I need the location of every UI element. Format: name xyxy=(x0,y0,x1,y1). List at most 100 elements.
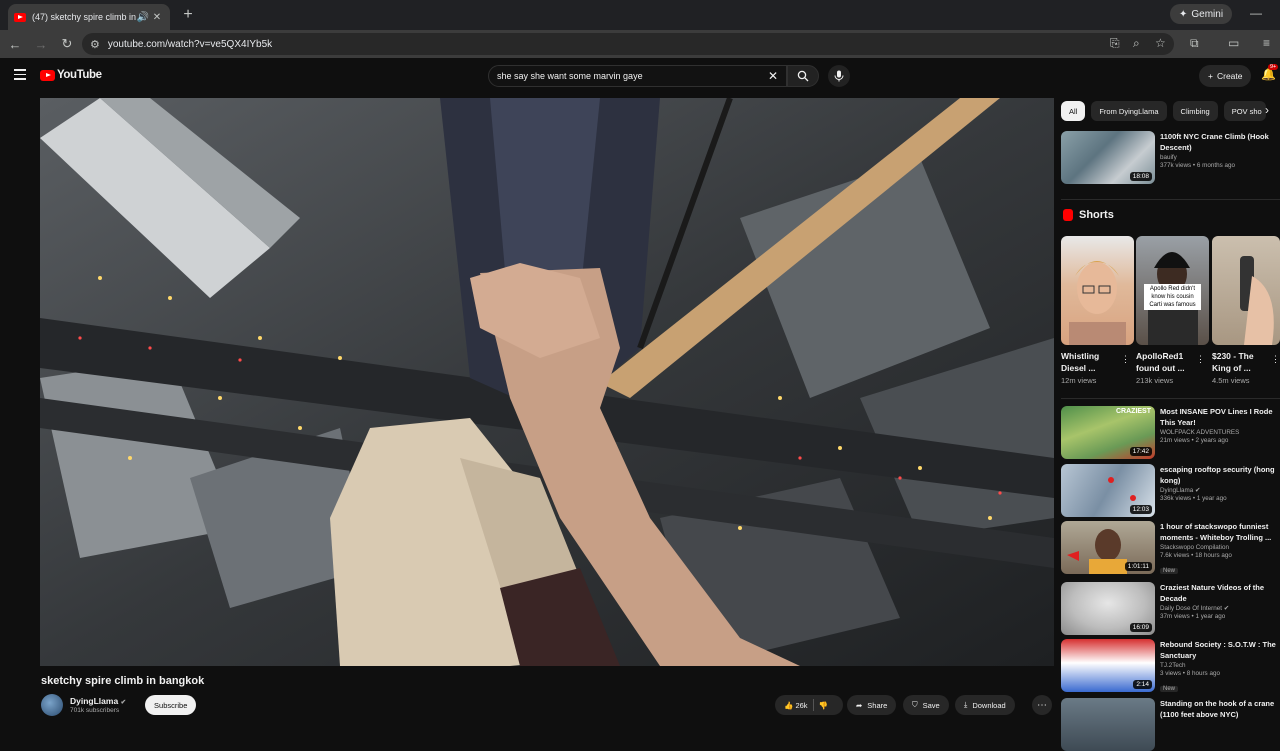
short-thumbnail[interactable] xyxy=(1212,236,1280,345)
chips-next-arrow-icon[interactable]: › xyxy=(1265,103,1269,117)
channel-name[interactable]: Daily Dose Of Internet ✔ xyxy=(1160,605,1280,612)
video-title[interactable]: Most INSANE POV Lines I Rode This Year! xyxy=(1160,406,1280,428)
new-tab-button[interactable]: + xyxy=(180,6,196,24)
related-video[interactable]: 16:09 Craziest Nature Videos of the Deca… xyxy=(1061,582,1280,635)
channel-name[interactable]: WOLFPACK ADVENTURES xyxy=(1160,429,1280,436)
voice-search-button[interactable] xyxy=(828,65,850,87)
chip-pov[interactable]: POV sho xyxy=(1223,101,1266,121)
browser-tab-strip: (47) sketchy spire climb in b 🔊 ✕ + ✦ Ge… xyxy=(0,0,1280,30)
video-thumbnail[interactable]: 2:14 xyxy=(1061,639,1155,692)
minimize-window-icon[interactable]: — xyxy=(1250,6,1262,20)
short-views: 213k views xyxy=(1136,376,1174,385)
microphone-icon xyxy=(834,70,844,82)
chip-climbing[interactable]: Climbing xyxy=(1172,101,1218,121)
close-tab-icon[interactable]: ✕ xyxy=(150,12,164,23)
extensions-icon[interactable]: ⧉ xyxy=(1190,36,1199,51)
gemini-button[interactable]: ✦ Gemini xyxy=(1170,4,1233,24)
bookmark-star-icon[interactable]: ☆ xyxy=(1155,36,1166,50)
related-video[interactable]: CRAZIEST 17:42 Most INSANE POV Lines I R… xyxy=(1061,406,1280,459)
install-app-icon[interactable]: ⎘ xyxy=(1110,36,1120,51)
subscribe-button[interactable]: Subscribe xyxy=(145,695,197,715)
related-video[interactable]: 18:08 1100ft NYC Crane Climb (Hook Desce… xyxy=(1061,131,1280,184)
notification-count: 9+ xyxy=(1268,64,1279,70)
channel-name[interactable]: bauify xyxy=(1160,154,1280,161)
youtube-header: YouTube she say she want some marvin gay… xyxy=(0,58,1280,96)
shorts-title: Shorts xyxy=(1079,209,1114,221)
like-button[interactable]: 👍 26k xyxy=(784,701,808,710)
short-views: 12m views xyxy=(1061,376,1097,385)
chip-from-channel[interactable]: From DyingLlama xyxy=(1091,101,1167,121)
save-label: Save xyxy=(922,700,940,710)
channel-name[interactable]: Stackswopo Compilation xyxy=(1160,544,1280,551)
split-view-icon[interactable]: ▭ xyxy=(1228,36,1239,50)
short-menu-icon[interactable]: ⋮ xyxy=(1121,354,1130,365)
create-label: Create xyxy=(1216,71,1243,81)
more-actions-button[interactable]: ⋯ xyxy=(1032,695,1052,715)
subscriber-count: 701k subscribers xyxy=(70,707,120,714)
short-title[interactable]: Whistling Diesel ... xyxy=(1061,350,1121,374)
video-owner: DyingLlama ✔ 701k subscribers Subscribe xyxy=(41,694,197,716)
reload-icon[interactable]: ↻ xyxy=(56,36,78,52)
channel-name[interactable]: DyingLlama ✔ xyxy=(1160,487,1280,494)
video-thumbnail[interactable]: 12:03 xyxy=(1061,464,1155,517)
channel-name[interactable]: DyingLlama ✔ xyxy=(70,696,126,706)
share-button[interactable]: ➦ Share xyxy=(847,695,897,715)
search-input[interactable]: she say she want some marvin gaye ✕ xyxy=(488,65,787,87)
logo-text: YouTube xyxy=(57,69,102,81)
clear-search-icon[interactable]: ✕ xyxy=(768,69,778,83)
short-thumbnail[interactable]: Apollo Red didn't know his cousin Carti … xyxy=(1136,236,1209,345)
related-video[interactable]: Standing on the hook of a crane (1100 fe… xyxy=(1061,698,1280,751)
short-menu-icon[interactable]: ⋮ xyxy=(1271,354,1280,365)
save-button[interactable]: ⛉ Save xyxy=(903,695,949,715)
related-video[interactable]: 1:01:11 1 hour of stackswopo funniest mo… xyxy=(1061,521,1280,577)
duration-badge: 16:09 xyxy=(1129,623,1152,632)
video-title[interactable]: Rebound Society : S.O.T.W : The Sanctuar… xyxy=(1160,639,1280,661)
speaker-icon[interactable]: 🔊 xyxy=(136,12,150,23)
download-icon: ⤓ xyxy=(964,700,968,709)
short-menu-icon[interactable]: ⋮ xyxy=(1196,354,1205,365)
menu-icon[interactable] xyxy=(14,69,26,83)
video-thumbnail[interactable]: 16:09 xyxy=(1061,582,1155,635)
video-player[interactable] xyxy=(40,98,1054,666)
video-title[interactable]: 1100ft NYC Crane Climb (Hook Descent) xyxy=(1160,131,1280,153)
video-title: sketchy spire climb in bangkok xyxy=(41,675,205,687)
video-thumbnail[interactable]: CRAZIEST 17:42 xyxy=(1061,406,1155,459)
channel-name[interactable]: TJ.2Tech xyxy=(1160,662,1280,669)
duration-badge: 17:42 xyxy=(1129,447,1152,456)
forward-arrow-icon[interactable]: → xyxy=(30,37,52,52)
video-thumbnail[interactable] xyxy=(1061,698,1155,751)
verified-check-icon: ✔ xyxy=(1223,605,1229,612)
short-title[interactable]: $230 - The King of ... xyxy=(1212,350,1272,374)
more-dots-icon: ⋯ xyxy=(1037,699,1047,711)
search-icon xyxy=(797,70,809,82)
section-divider xyxy=(1061,199,1280,200)
related-video[interactable]: 12:03 escaping rooftop security (hong ko… xyxy=(1061,464,1280,517)
short-title[interactable]: ApolloRed1 found out ... xyxy=(1136,350,1196,374)
create-button[interactable]: + Create xyxy=(1199,65,1252,87)
video-thumbnail[interactable]: 18:08 xyxy=(1061,131,1155,184)
back-arrow-icon[interactable]: ← xyxy=(4,37,26,52)
gemini-label: Gemini xyxy=(1191,8,1224,20)
chip-all[interactable]: All xyxy=(1061,101,1086,121)
reading-list-icon[interactable]: ≡ xyxy=(1263,36,1270,50)
video-title[interactable]: 1 hour of stackswopo funniest moments - … xyxy=(1160,521,1280,543)
dislike-button[interactable]: 👎 xyxy=(819,701,828,710)
download-button[interactable]: ⤓ Download xyxy=(955,695,1015,715)
notifications-button[interactable]: 🔔 9+ xyxy=(1261,64,1279,81)
youtube-logo[interactable]: YouTube xyxy=(40,69,102,81)
browser-tab[interactable]: (47) sketchy spire climb in b 🔊 ✕ xyxy=(8,4,170,30)
thumbs-down-icon: 👎 xyxy=(818,700,828,710)
share-arrow-icon: ➦ xyxy=(856,700,863,710)
site-info-icon[interactable]: ⚙ xyxy=(90,38,100,51)
video-thumbnail[interactable]: 1:01:11 xyxy=(1061,521,1155,574)
video-title[interactable]: Standing on the hook of a crane (1100 fe… xyxy=(1160,698,1280,720)
url-bar[interactable]: ⚙ youtube.com/watch?v=ve5QX4IYb5k xyxy=(82,33,1174,55)
video-title[interactable]: Craziest Nature Videos of the Decade xyxy=(1160,582,1280,604)
video-title[interactable]: escaping rooftop security (hong kong) xyxy=(1160,464,1280,486)
search-button[interactable] xyxy=(787,65,819,87)
related-video[interactable]: 2:14 Rebound Society : S.O.T.W : The San… xyxy=(1061,639,1280,695)
zoom-icon[interactable]: ⌕ xyxy=(1133,36,1140,51)
short-thumbnail[interactable] xyxy=(1061,236,1134,345)
channel-avatar[interactable] xyxy=(41,694,63,716)
channel-name-text: Daily Dose Of Internet xyxy=(1160,605,1222,612)
